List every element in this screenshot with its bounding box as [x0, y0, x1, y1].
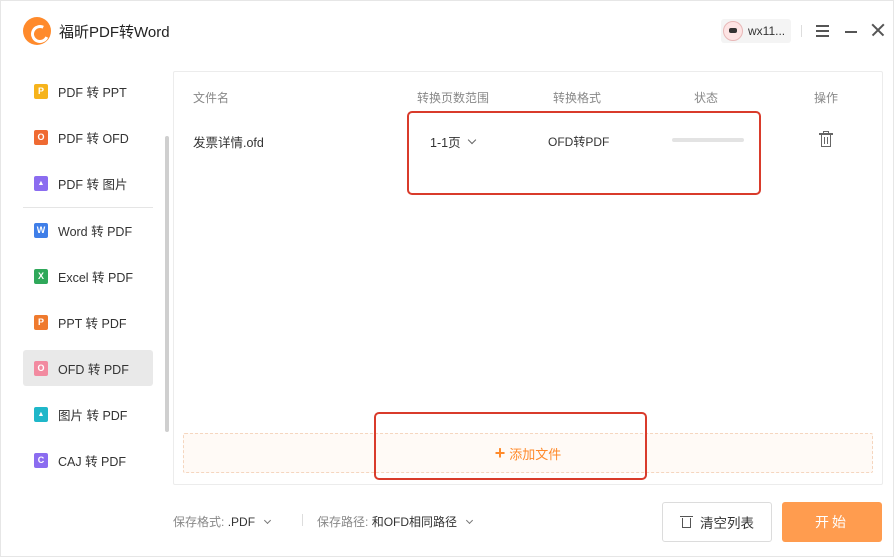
trash-icon — [680, 515, 693, 529]
sidebar-divider — [23, 207, 153, 208]
save-format-value: .PDF — [227, 515, 256, 529]
sidebar: P PDF 转 PPT O PDF 转 OFD ▲ PDF 转 图片 W Wor… — [1, 69, 171, 489]
sidebar-scrollbar[interactable] — [165, 136, 169, 432]
annotation-box-row — [407, 111, 761, 195]
save-path-selector[interactable]: 保存路径: 和OFD相同路径 — [317, 513, 474, 530]
app-logo-icon — [23, 17, 51, 45]
sidebar-item-label: Excel 转 PDF — [58, 270, 134, 285]
file-name: 发票详情.ofd — [193, 136, 264, 150]
start-button[interactable]: 开始 — [782, 502, 882, 542]
sidebar-item-caj-to-pdf[interactable]: C CAJ 转 PDF — [23, 442, 153, 478]
chevron-down-icon — [466, 516, 474, 525]
clear-list-button[interactable]: 清空列表 — [662, 502, 772, 542]
sidebar-item-pdf-to-image[interactable]: ▲ PDF 转 图片 — [23, 165, 153, 201]
save-path-label: 保存路径: — [317, 515, 369, 529]
close-icon[interactable] — [870, 21, 888, 39]
menu-icon[interactable] — [814, 21, 832, 39]
ofd-icon: O — [34, 129, 48, 145]
column-header-page-range: 转换页数范围 — [417, 91, 490, 105]
sidebar-item-label: Word 转 PDF — [58, 224, 133, 239]
save-format-selector[interactable]: 保存格式: .PDF — [173, 513, 272, 530]
sidebar-item-image-to-pdf[interactable]: ▲ 图片 转 PDF — [23, 396, 153, 432]
sidebar-item-label: CAJ 转 PDF — [58, 454, 127, 469]
minimize-icon[interactable] — [843, 21, 861, 39]
sidebar-item-ofd-to-pdf[interactable]: O OFD 转 PDF — [23, 350, 153, 386]
ppt-icon: P — [34, 314, 48, 330]
sidebar-item-excel-to-pdf[interactable]: X Excel 转 PDF — [23, 258, 153, 294]
chevron-down-icon — [264, 516, 272, 525]
ofd-icon: O — [34, 360, 48, 376]
sidebar-item-label: PDF 转 PPT — [58, 85, 127, 100]
user-name: wx11... — [748, 24, 786, 38]
sidebar-item-pdf-to-ofd[interactable]: O PDF 转 OFD — [23, 119, 153, 155]
user-account[interactable]: wx11... — [721, 19, 792, 43]
sidebar-item-label: 图片 转 PDF — [58, 408, 128, 423]
caj-icon: C — [34, 452, 48, 468]
sidebar-item-label: OFD 转 PDF — [58, 362, 129, 377]
app-window: 福昕PDF转Word wx11... P PDF 转 PPT O PDF 转 O… — [0, 0, 894, 557]
sidebar-item-label: PDF 转 图片 — [58, 177, 128, 192]
excel-icon: X — [34, 268, 48, 284]
image-icon: ▲ — [34, 175, 48, 191]
word-icon: W — [34, 222, 48, 238]
column-header-status: 状态 — [694, 91, 719, 105]
clear-list-label: 清空列表 — [700, 516, 754, 531]
column-header-action: 操作 — [814, 91, 839, 105]
app-title: 福昕PDF转Word — [59, 24, 170, 41]
titlebar-divider — [801, 25, 802, 37]
annotation-box-add-file — [374, 412, 647, 480]
column-header-format: 转换格式 — [553, 91, 602, 105]
save-path-value: 和OFD相同路径 — [371, 515, 458, 529]
sidebar-item-ppt-to-pdf[interactable]: P PPT 转 PDF — [23, 304, 153, 340]
title-bar: 福昕PDF转Word wx11... — [1, 1, 894, 61]
delete-file-button[interactable] — [819, 131, 833, 147]
sidebar-item-label: PPT 转 PDF — [58, 316, 127, 331]
sidebar-item-word-to-pdf[interactable]: W Word 转 PDF — [23, 212, 153, 248]
footer-divider — [302, 514, 303, 526]
sidebar-item-pdf-to-ppt[interactable]: P PDF 转 PPT — [23, 73, 153, 109]
save-format-label: 保存格式: — [173, 515, 225, 529]
sidebar-item-label: PDF 转 OFD — [58, 131, 129, 146]
column-header-filename: 文件名 — [193, 91, 230, 105]
ppt-icon: P — [34, 83, 48, 99]
avatar — [723, 21, 743, 41]
image-icon: ▲ — [34, 406, 48, 422]
